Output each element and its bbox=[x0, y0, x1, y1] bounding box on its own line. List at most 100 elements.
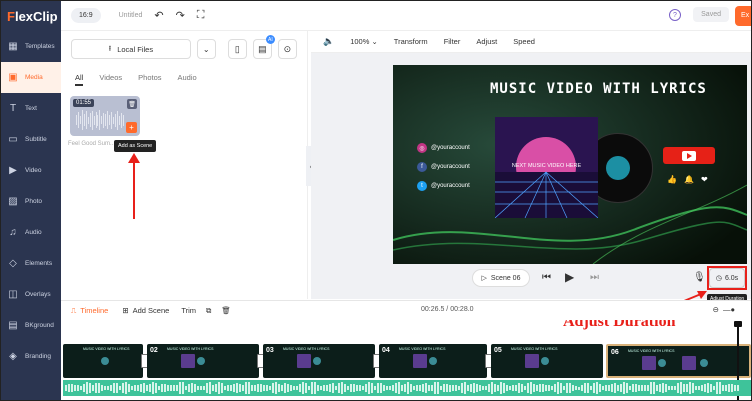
waveform-bar bbox=[185, 385, 187, 391]
waveform-bar bbox=[449, 384, 451, 392]
waveform-bar bbox=[416, 385, 418, 391]
waveform-bar bbox=[530, 381, 532, 395]
timeline-clip-4[interactable]: 04 MUSIC VIDEO WITH LYRICS bbox=[379, 344, 487, 378]
waveform-bar bbox=[218, 381, 220, 395]
tab-videos[interactable]: Videos bbox=[99, 73, 122, 86]
tab-audio[interactable]: Audio bbox=[178, 73, 197, 86]
background-icon: ▤ bbox=[8, 320, 18, 331]
scene-selector[interactable]: ▷ Scene 06 bbox=[472, 269, 530, 287]
sidebar-item-bkground[interactable]: ▤ BKground bbox=[1, 310, 61, 341]
tab-all[interactable]: All bbox=[75, 73, 84, 86]
local-files-button[interactable]: ⭱ Local Files bbox=[71, 39, 191, 59]
redo-icon[interactable]: ↷ bbox=[176, 9, 185, 22]
zoom-select[interactable]: 100% ⌄ bbox=[350, 37, 378, 46]
waveform-bar bbox=[365, 384, 367, 392]
waveform-bar bbox=[116, 382, 118, 394]
waveform-bar bbox=[611, 383, 613, 393]
sidebar-item-audio[interactable]: ♫ Audio bbox=[1, 217, 61, 248]
trash-icon[interactable]: 🗑 bbox=[127, 99, 137, 109]
play-button[interactable]: ▶ bbox=[565, 270, 574, 284]
previous-icon[interactable]: ⏮ bbox=[542, 272, 551, 283]
help-icon[interactable]: ? bbox=[669, 9, 681, 21]
sidebar-item-overlays[interactable]: ◫ Overlays bbox=[1, 279, 61, 310]
timeline-clip-2[interactable]: 02 MUSIC VIDEO WITH LYRICS bbox=[147, 344, 259, 378]
scene-label: Scene 06 bbox=[490, 274, 521, 282]
sidebar-item-text[interactable]: T Text bbox=[1, 93, 61, 124]
add-as-scene-button[interactable]: + bbox=[126, 122, 137, 133]
record-icon: ⊙ bbox=[283, 43, 292, 54]
waveform-bar bbox=[191, 382, 193, 394]
waveform-bar bbox=[254, 384, 256, 392]
zoom-slider[interactable]: —● bbox=[723, 305, 735, 314]
timeline-zoom[interactable]: ⊖ —● bbox=[713, 305, 735, 314]
waveform-bar bbox=[422, 384, 424, 392]
waveform-bar bbox=[440, 385, 442, 391]
volume-icon[interactable]: 🔈 bbox=[323, 36, 334, 47]
microphone-icon[interactable]: 🎙 bbox=[693, 272, 706, 283]
social-twitter: t @youraccount bbox=[417, 181, 470, 191]
waveform-bar bbox=[734, 384, 736, 392]
waveform-bar bbox=[404, 383, 406, 393]
next-icon[interactable]: ⏭ bbox=[590, 272, 599, 283]
audio-track[interactable] bbox=[63, 380, 751, 396]
waveform-bar bbox=[278, 384, 280, 392]
tab-photos[interactable]: Photos bbox=[138, 73, 161, 86]
waveform-bar bbox=[473, 382, 475, 394]
timeline-button[interactable]: ⎍ Timeline bbox=[71, 306, 108, 316]
speed-button[interactable]: Speed bbox=[513, 37, 535, 46]
clip-caption: MUSIC VIDEO WITH LYRICS bbox=[167, 347, 214, 351]
export-button[interactable]: Ex bbox=[735, 6, 751, 26]
media-thumbnail[interactable]: 01:55 🗑 + bbox=[70, 96, 140, 136]
aspect-ratio-button[interactable]: 16:9 bbox=[71, 8, 101, 23]
adjust-button[interactable]: Adjust bbox=[476, 37, 497, 46]
fullscreen-icon[interactable]: ⛶ bbox=[197, 9, 205, 22]
waveform-bar bbox=[170, 384, 172, 392]
undo-icon[interactable]: ↶ bbox=[154, 9, 163, 22]
waveform-bar bbox=[605, 385, 607, 391]
trim-button[interactable]: Trim bbox=[181, 306, 196, 315]
add-scene-button[interactable]: ⊞ Add Scene bbox=[122, 306, 169, 315]
video-preview[interactable]: MUSIC VIDEO WITH LYRICS ◎ @youraccount f @… bbox=[393, 65, 747, 264]
subtitle-icon: ▭ bbox=[8, 134, 18, 145]
waveform-bar bbox=[281, 384, 283, 392]
sidebar-item-subtitle[interactable]: ▭ Subtitle bbox=[1, 124, 61, 155]
waveform-bar bbox=[338, 383, 340, 393]
audio-icon: ♫ bbox=[9, 227, 17, 238]
sidebar-item-photo[interactable]: ▨ Photo bbox=[1, 186, 61, 217]
clip-disc bbox=[541, 357, 549, 365]
upload-dropdown-button[interactable]: ⌄ bbox=[196, 39, 216, 59]
waveform-bar bbox=[332, 383, 334, 393]
thumb-duration: 01:55 bbox=[73, 99, 95, 107]
delete-icon[interactable]: 🗑 bbox=[221, 306, 231, 315]
duplicate-icon[interactable]: ⧉ bbox=[206, 306, 211, 316]
waveform-bar bbox=[95, 382, 97, 394]
timeline-clip-5[interactable]: 05 MUSIC VIDEO WITH LYRICS bbox=[491, 344, 603, 378]
trim-label: Trim bbox=[181, 306, 197, 315]
waveform-bar bbox=[83, 383, 85, 393]
zoom-out-icon[interactable]: ⊖ bbox=[713, 305, 719, 314]
timeline-clip-6[interactable]: 06 MUSIC VIDEO WITH LYRICS bbox=[606, 344, 751, 378]
thumbs-up-icon: 👍 bbox=[667, 175, 677, 184]
waveform-bar bbox=[92, 385, 94, 391]
clip-disc bbox=[313, 357, 321, 365]
timeline-clip-3[interactable]: 03 MUSIC VIDEO WITH LYRICS bbox=[263, 344, 375, 378]
clip-number: 05 bbox=[494, 347, 502, 354]
screen-record-button[interactable]: ⊙ bbox=[277, 39, 297, 59]
waveform-bar bbox=[551, 386, 553, 390]
templates-icon: ▦ bbox=[8, 41, 18, 52]
waveform-bar bbox=[131, 386, 133, 390]
transform-button[interactable]: Transform bbox=[394, 37, 428, 46]
sidebar-item-media[interactable]: ▣ Media bbox=[1, 62, 61, 93]
sidebar-item-branding[interactable]: ◈ Branding bbox=[1, 341, 61, 372]
phone-upload-button[interactable]: ▯ bbox=[227, 39, 247, 59]
sidebar-item-elements[interactable]: ◇ Elements bbox=[1, 248, 61, 279]
clip-number: 04 bbox=[382, 347, 390, 354]
ai-tool-button[interactable]: ▤ AI bbox=[252, 35, 275, 59]
timeline-clip-1[interactable]: MUSIC VIDEO WITH LYRICS bbox=[63, 344, 143, 378]
project-title[interactable]: Untitled bbox=[119, 12, 143, 19]
filter-button[interactable]: Filter bbox=[444, 37, 461, 46]
sidebar-item-templates[interactable]: ▦ Templates bbox=[1, 31, 61, 62]
waveform-bar bbox=[347, 385, 349, 391]
sidebar-item-video[interactable]: ▶ Video bbox=[1, 155, 61, 186]
waveform-bar bbox=[275, 381, 277, 395]
